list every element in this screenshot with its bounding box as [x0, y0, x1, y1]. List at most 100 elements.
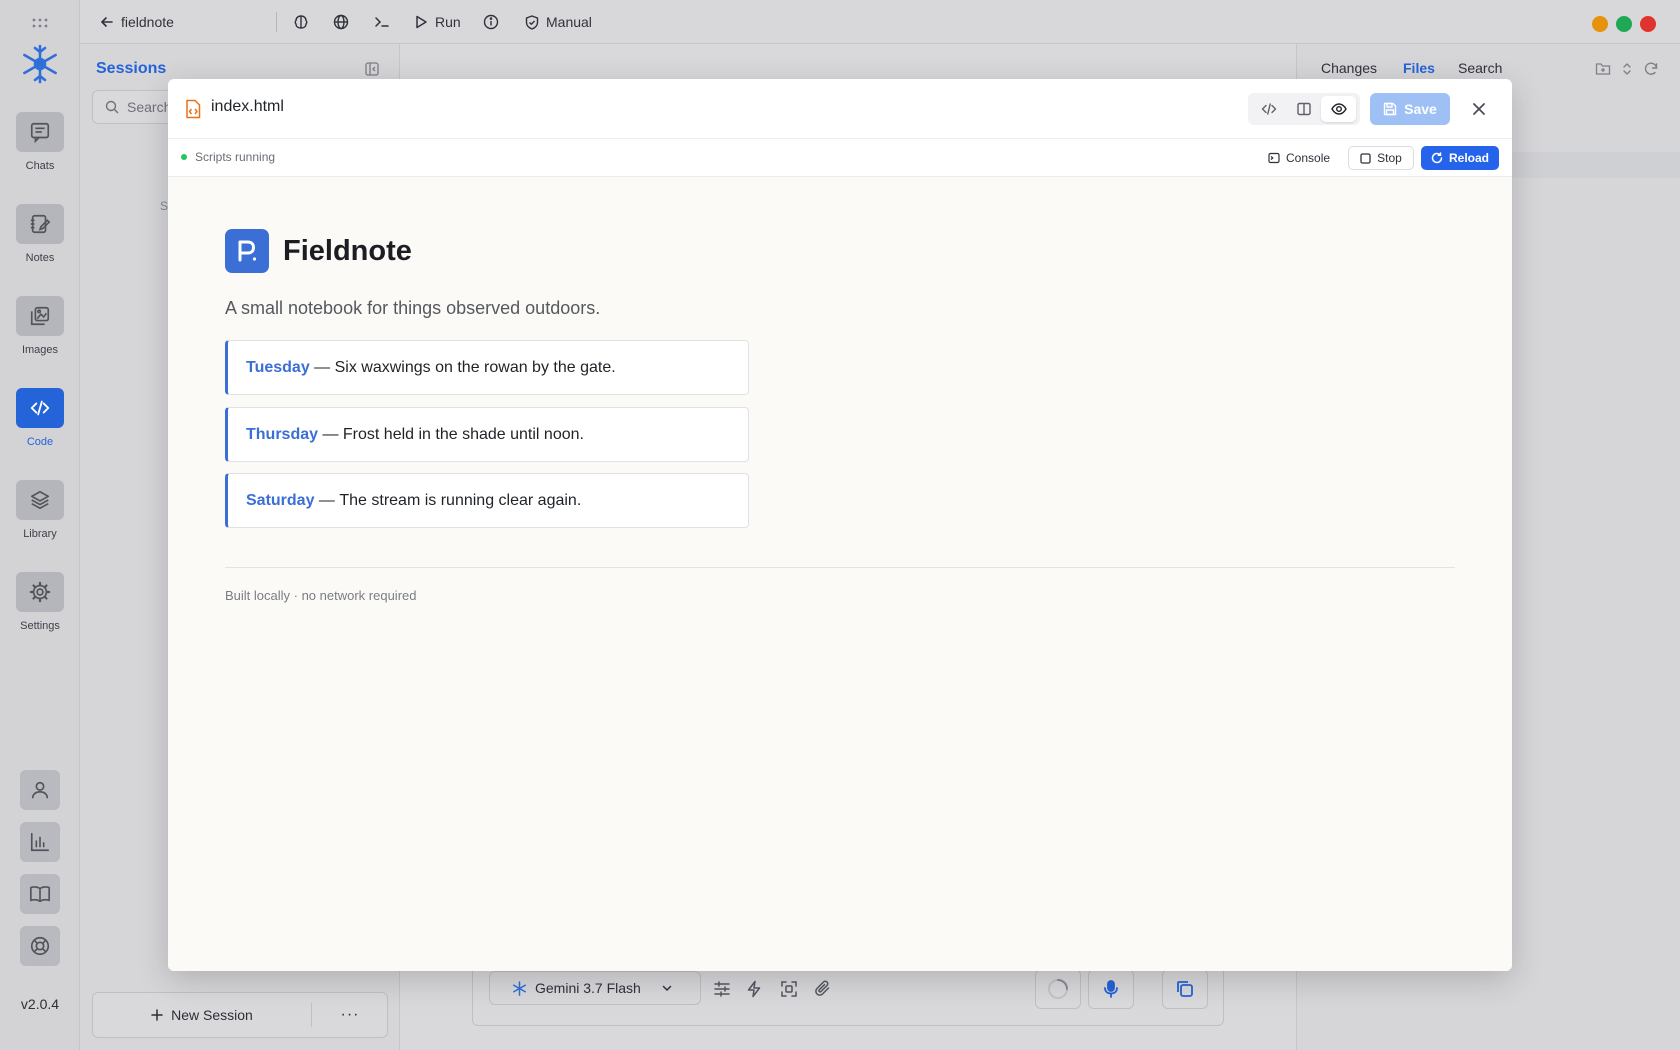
permission-mode-button[interactable]: Manual: [525, 12, 592, 32]
plus-icon: [151, 1009, 163, 1021]
modal-header: index.html Save: [168, 79, 1512, 139]
spinner-icon: [1047, 978, 1069, 1000]
model-selector[interactable]: Gemini 3.7 Flash: [489, 971, 701, 1005]
eye-icon: [1330, 101, 1347, 117]
search-placeholder: Search: [127, 99, 172, 115]
refresh-icon[interactable]: [1643, 61, 1659, 77]
stop-square-icon: [1360, 152, 1371, 164]
brand-tagline: A small notebook for things observed out…: [225, 298, 601, 318]
note-separator: —: [314, 491, 340, 509]
play-icon: [414, 15, 428, 29]
reload-label: Reload: [1448, 151, 1489, 165]
rail-item-library[interactable]: Library: [0, 480, 80, 540]
terminal-icon[interactable]: [374, 12, 390, 32]
sliders-icon[interactable]: [713, 980, 731, 998]
layers-icon: [16, 480, 64, 520]
split-columns-icon: [1296, 101, 1312, 117]
sessions-empty-hint: S: [160, 199, 169, 213]
note-separator: —: [309, 358, 335, 376]
window-maximize-button[interactable]: [1616, 16, 1632, 32]
model-sparkle-icon: [512, 980, 527, 996]
brain-icon[interactable]: [293, 12, 309, 32]
rail-item-code[interactable]: Code: [0, 388, 80, 448]
stop-button[interactable]: Stop: [1348, 146, 1414, 170]
code-icon: [1261, 101, 1277, 117]
run-label: Run: [435, 14, 461, 30]
preview-toolbar: Scripts running Console Stop Reload: [168, 139, 1512, 177]
run-button[interactable]: Run: [414, 12, 461, 32]
html-file-icon: [184, 99, 202, 119]
voice-input-button[interactable]: [1088, 969, 1134, 1009]
book-open-icon[interactable]: [20, 874, 60, 914]
rail-item-notes[interactable]: Notes: [0, 204, 80, 264]
note-text: The stream is running clear again.: [339, 491, 582, 509]
nav-rail: Chats Notes Images Code Library Settings: [0, 0, 80, 1050]
note-day: Tuesday: [246, 358, 310, 376]
bar-chart-icon[interactable]: [20, 822, 60, 862]
file-preview-modal: index.html Save Scripts running Console: [168, 79, 1512, 971]
rail-label-library: Library: [23, 528, 57, 540]
reload-icon: [1431, 152, 1443, 164]
code-view-button[interactable]: [1251, 96, 1286, 122]
console-button[interactable]: Console: [1268, 147, 1330, 169]
chat-icon: [16, 112, 64, 152]
note-card: Thursday — Frost held in the shade until…: [225, 407, 749, 462]
note-day: Saturday: [246, 491, 315, 509]
save-button[interactable]: Save: [1370, 93, 1450, 125]
floppy-disk-icon: [1383, 102, 1397, 116]
preview-view-button[interactable]: [1321, 96, 1356, 122]
file-name: index.html: [211, 98, 284, 115]
rail-label-code: Code: [26, 436, 54, 448]
new-session-button[interactable]: New Session: [93, 993, 311, 1037]
new-folder-icon[interactable]: [1595, 61, 1611, 77]
rail-label-chats: Chats: [25, 160, 55, 172]
info-icon[interactable]: [483, 12, 499, 32]
window-minimize-button[interactable]: [1592, 16, 1608, 32]
more-options-button[interactable]: ···: [312, 993, 388, 1037]
expand-collapse-icon[interactable]: [1619, 61, 1635, 77]
toolbar-divider: [276, 12, 277, 32]
brand-title: Fieldnote: [283, 235, 412, 267]
stop-label: Stop: [1377, 151, 1402, 165]
rail-label-settings: Settings: [20, 620, 60, 632]
window-close-button[interactable]: [1640, 16, 1656, 32]
microphone-icon: [1101, 979, 1121, 999]
tab-files[interactable]: Files: [1403, 60, 1435, 76]
split-view-button[interactable]: [1286, 96, 1321, 122]
console-icon: [1268, 152, 1280, 164]
note-separator: —: [318, 425, 343, 443]
project-name: fieldnote: [121, 14, 174, 30]
new-session-bar: New Session ···: [92, 992, 388, 1038]
rail-item-images[interactable]: Images: [0, 296, 80, 356]
new-session-label: New Session: [171, 1007, 253, 1023]
close-icon[interactable]: [1468, 98, 1490, 120]
back-button[interactable]: fieldnote: [100, 12, 174, 32]
scripts-status: Scripts running: [195, 150, 276, 164]
drag-grip-icon[interactable]: [31, 16, 49, 30]
gear-icon: [16, 572, 64, 612]
user-icon[interactable]: [20, 770, 60, 810]
notebook-edit-icon: [16, 204, 64, 244]
note-text: Frost held in the shade until noon.: [342, 425, 584, 443]
reload-button[interactable]: Reload: [1421, 146, 1499, 170]
footer-divider: [225, 567, 1455, 568]
model-name: Gemini 3.7 Flash: [535, 980, 641, 996]
shield-check-icon: [525, 14, 539, 30]
rail-item-settings[interactable]: Settings: [0, 572, 80, 632]
code-icon: [16, 388, 64, 428]
paperclip-icon[interactable]: [814, 980, 832, 998]
tab-search[interactable]: Search: [1458, 60, 1502, 76]
copy-button[interactable]: [1162, 969, 1208, 1009]
lifebuoy-icon[interactable]: [20, 926, 60, 966]
save-label: Save: [1404, 101, 1437, 117]
note-day: Thursday: [246, 425, 319, 443]
lightning-icon[interactable]: [745, 980, 763, 998]
screenshot-icon[interactable]: [780, 980, 798, 998]
sidebar-collapse-icon[interactable]: [364, 61, 380, 77]
rail-item-chats[interactable]: Chats: [0, 112, 80, 172]
loading-spinner-button[interactable]: [1035, 969, 1081, 1009]
running-status-dot: [181, 154, 187, 160]
copy-icon: [1175, 979, 1195, 999]
globe-icon[interactable]: [333, 12, 349, 32]
tab-changes[interactable]: Changes: [1321, 60, 1377, 76]
